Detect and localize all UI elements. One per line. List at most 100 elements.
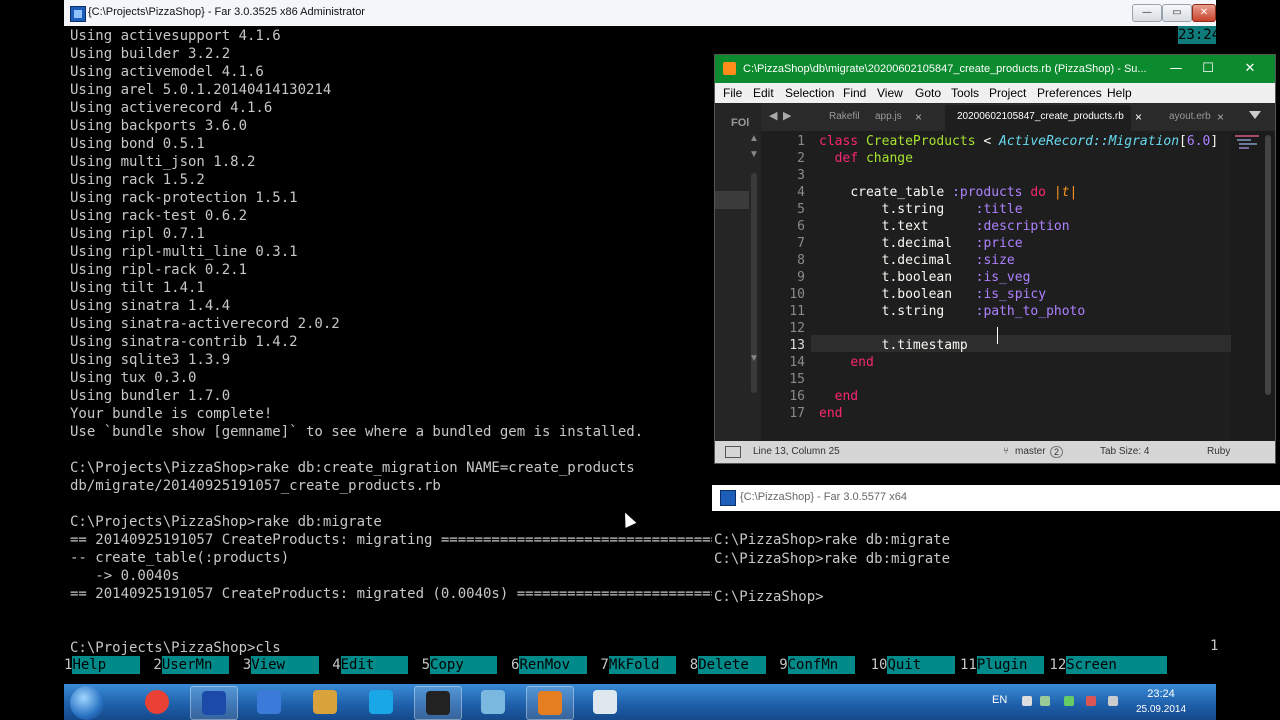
editor-scrollbar[interactable]: [1265, 135, 1271, 395]
far-second-window[interactable]: {C:\PizzaShop} - Far 3.0.5577 x64 C:\Piz…: [712, 485, 1280, 620]
line-number: 10: [789, 287, 805, 302]
console-icon[interactable]: [414, 686, 462, 720]
tab-size[interactable]: Tab Size: 4: [1100, 446, 1149, 457]
keybar-key-7[interactable]: 7MkFold: [600, 656, 677, 674]
settings-icon[interactable]: [246, 686, 292, 718]
windows-taskbar: EN 23:24 25.09.2014: [64, 684, 1216, 720]
language-indicator[interactable]: EN: [992, 694, 1007, 706]
tab-app-js[interactable]: app.js: [875, 111, 902, 122]
menu-project[interactable]: Project: [989, 86, 1026, 100]
paint-icon[interactable]: [302, 686, 348, 718]
keybar-key-number: 10: [870, 657, 888, 673]
sublime-maximize-button[interactable]: ☐: [1193, 59, 1223, 79]
minimize-button[interactable]: —: [1132, 4, 1162, 22]
keybar-key-2[interactable]: 2UserMn: [153, 656, 230, 674]
keybar-key-12[interactable]: 12Screen: [1049, 656, 1168, 674]
chrome-icon-glyph: [145, 690, 169, 714]
tab-rakefile[interactable]: Rakefil: [829, 111, 860, 122]
line-number: 5: [797, 202, 805, 217]
sublime-statusbar: Line 13, Column 25 ⑂ master 2 Tab Size: …: [715, 441, 1275, 463]
menu-goto[interactable]: Goto: [915, 86, 941, 100]
minimap[interactable]: [1231, 131, 1275, 441]
tray-volume-icon[interactable]: [1108, 696, 1118, 706]
keybar-key-8[interactable]: 8Delete: [690, 656, 766, 674]
menu-edit[interactable]: Edit: [753, 86, 774, 100]
sidebar-scroll-down-icon[interactable]: ▼: [749, 149, 759, 160]
far-main-titlebar: {C:\Projects\PizzaShop} - Far 3.0.3525 x…: [64, 0, 1216, 27]
sublime-minimize-button[interactable]: —: [1161, 59, 1191, 79]
close-button[interactable]: ✕: [1192, 4, 1216, 22]
sublime-icon[interactable]: [526, 686, 574, 720]
keybar-key-10[interactable]: 10Quit: [871, 656, 955, 674]
keybar-key-11[interactable]: 11Plugin: [960, 656, 1045, 674]
window-icon-glyph: [593, 690, 617, 714]
keybar-key-number: 5: [421, 657, 431, 673]
keybar-key-5[interactable]: 5Copy: [422, 656, 498, 674]
console-line: -> 0.0040s: [70, 568, 180, 584]
start-button[interactable]: [70, 686, 104, 720]
sublime-title: C:\PizzaShop\db\migrate\20200602105847_c…: [743, 63, 1147, 75]
text-caret: [997, 327, 998, 344]
tab-layout-erb[interactable]: ayout.erb: [1169, 111, 1211, 122]
sublime-sidebar[interactable]: FOl ▲ ▼ ▼: [715, 103, 762, 441]
tab-create-products-close-icon[interactable]: ×: [1135, 110, 1142, 124]
tray-flag-icon[interactable]: [1086, 696, 1096, 706]
git-branch-count: 2: [1050, 446, 1064, 458]
syntax-mode[interactable]: Ruby: [1207, 446, 1230, 457]
clock-time[interactable]: 23:24: [1126, 688, 1196, 700]
chrome-icon[interactable]: [134, 686, 180, 718]
explorer-icon[interactable]: [470, 686, 516, 718]
sidebar-scroll-down-icon-2[interactable]: ▼: [749, 353, 759, 364]
menu-view[interactable]: View: [877, 86, 903, 100]
panel-toggle-icon[interactable]: [725, 446, 741, 458]
tab-create-products[interactable]: 20200602105847_create_products.rb: [957, 111, 1124, 122]
keybar-key-number: 9: [779, 657, 788, 673]
tray-network-icon[interactable]: [1064, 696, 1074, 706]
menu-selection[interactable]: Selection: [785, 86, 834, 100]
tab-scroll-left-icon[interactable]: ◀: [769, 109, 777, 122]
tab-app-js-close-icon[interactable]: ×: [915, 110, 922, 124]
maximize-button[interactable]: ▭: [1162, 4, 1192, 22]
console-line: C:\PizzaShop>rake db:migrate: [714, 532, 951, 548]
sublime-titlebar: C:\PizzaShop\db\migrate\20200602105847_c…: [715, 55, 1275, 83]
menu-find[interactable]: Find: [843, 86, 866, 100]
clock-date[interactable]: 25.09.2014: [1126, 704, 1196, 715]
menu-help[interactable]: Help: [1107, 86, 1132, 100]
menu-tools[interactable]: Tools: [951, 86, 979, 100]
tab-layout-erb-close-icon[interactable]: ×: [1217, 110, 1224, 124]
console-line: Using activemodel 4.1.6: [70, 64, 264, 80]
sidebar-folders-label: FOl: [731, 117, 750, 129]
tray-app-icon[interactable]: [1040, 696, 1050, 706]
code-line-7: t.decimal:price: [881, 236, 1023, 251]
keybar-key-label: Screen: [1066, 656, 1168, 674]
console-line: Using rack-protection 1.5.1: [70, 190, 298, 206]
sidebar-selected-item[interactable]: [715, 191, 749, 209]
menu-preferences[interactable]: Preferences: [1037, 86, 1102, 100]
keybar-key-label: Delete: [698, 656, 766, 674]
tab-scroll-right-icon[interactable]: ▶: [783, 109, 791, 122]
far-manager-icon[interactable]: [190, 686, 238, 720]
sublime-close-button[interactable]: ✕: [1235, 59, 1265, 79]
keybar-key-3[interactable]: 3View: [243, 656, 319, 674]
window-icon[interactable]: [582, 686, 628, 718]
skype-icon[interactable]: [358, 686, 404, 718]
console-line: Using ripl-multi_line 0.3.1: [70, 244, 298, 260]
code-editor[interactable]: class CreateProducts < ActiveRecord::Mig…: [811, 131, 1231, 441]
console-line: Using ripl-rack 0.2.1: [70, 262, 248, 278]
console-line: Using bond 0.5.1: [70, 136, 205, 152]
console-line: == 20140925191057 CreateProducts: migrat…: [70, 532, 736, 548]
sidebar-scroll-up-icon[interactable]: ▲: [749, 133, 759, 144]
git-branch[interactable]: master: [1015, 446, 1046, 457]
menu-file[interactable]: File: [723, 86, 742, 100]
line-number: 15: [789, 372, 805, 387]
keybar-key-number: 2: [153, 657, 162, 673]
line-gutter: 1 2 3 4 5 6 7 8 9 10 11 12 13 14 15 16 17: [761, 131, 811, 441]
keybar-key-6[interactable]: 6RenMov: [511, 656, 587, 674]
sublime-body: FOl ▲ ▼ ▼ ◀ ▶ Rakefil app.js × 202006021…: [715, 103, 1275, 441]
keybar-key-1[interactable]: 1Help: [64, 656, 140, 674]
tab-overflow-icon[interactable]: [1249, 111, 1261, 119]
keybar-key-9[interactable]: 9ConfMn: [779, 656, 856, 674]
keybar-key-number: 11: [960, 657, 977, 673]
keybar-key-4[interactable]: 4Edit: [332, 656, 409, 674]
tray-arrow-icon[interactable]: [1022, 696, 1032, 706]
